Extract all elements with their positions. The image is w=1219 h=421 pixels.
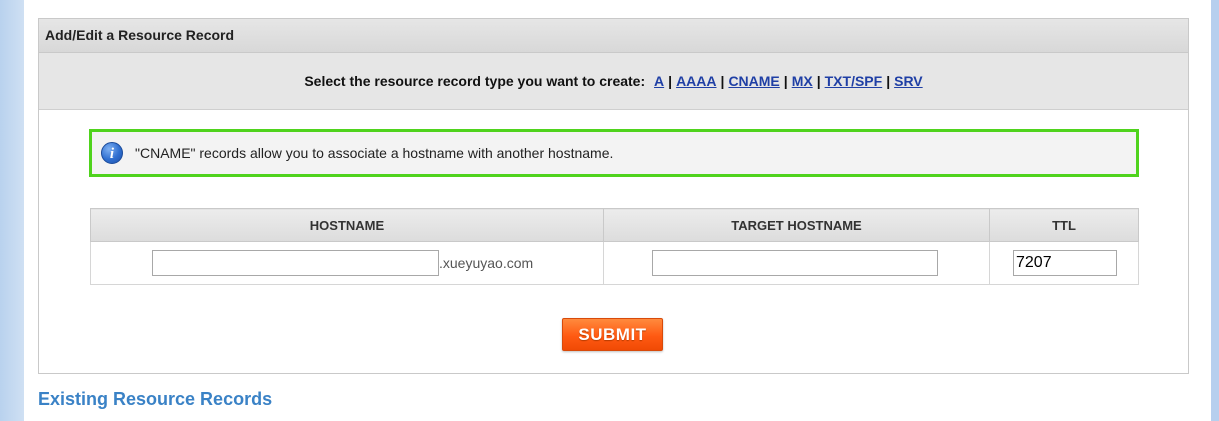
- table-row: .xueyuyao.com: [90, 241, 1139, 285]
- record-type-link-cname[interactable]: CNAME: [728, 73, 779, 89]
- separator: |: [668, 73, 673, 89]
- target-hostname-cell: [603, 241, 990, 285]
- column-header-ttl: TTL: [989, 208, 1139, 242]
- table-header-row: HOSTNAME TARGET HOSTNAME TTL: [90, 208, 1139, 242]
- add-edit-record-panel: Add/Edit a Resource Record Select the re…: [38, 18, 1189, 374]
- separator: |: [783, 73, 788, 89]
- info-icon: i: [101, 142, 123, 164]
- info-message: "CNAME" records allow you to associate a…: [135, 145, 614, 161]
- separator: |: [720, 73, 725, 89]
- separator: |: [886, 73, 891, 89]
- record-entry-table: HOSTNAME TARGET HOSTNAME TTL .xueyuyao.c…: [90, 208, 1139, 285]
- main-content: Add/Edit a Resource Record Select the re…: [24, 0, 1211, 421]
- record-type-link-aaaa[interactable]: AAAA: [676, 73, 716, 89]
- page-background-left: [0, 0, 24, 421]
- hostname-input[interactable]: [152, 250, 439, 276]
- ttl-input[interactable]: [1013, 250, 1117, 276]
- record-type-selector: Select the resource record type you want…: [39, 53, 1188, 110]
- panel-title: Add/Edit a Resource Record: [39, 19, 1188, 53]
- record-type-link-txt-spf[interactable]: TXT/SPF: [825, 73, 883, 89]
- submit-button[interactable]: SUBMIT: [562, 318, 663, 351]
- page-background-right: [1211, 0, 1219, 421]
- column-header-target-hostname: TARGET HOSTNAME: [603, 208, 990, 242]
- separator: |: [816, 73, 821, 89]
- target-hostname-input[interactable]: [652, 250, 938, 276]
- column-header-hostname: HOSTNAME: [90, 208, 604, 242]
- domain-suffix: .xueyuyao.com: [439, 255, 534, 271]
- hostname-cell: .xueyuyao.com: [90, 241, 604, 285]
- record-type-link-mx[interactable]: MX: [792, 73, 813, 89]
- record-type-link-a[interactable]: A: [654, 73, 664, 89]
- info-message-box: i "CNAME" records allow you to associate…: [89, 129, 1139, 177]
- existing-records-heading: Existing Resource Records: [38, 389, 273, 409]
- record-type-prompt: Select the resource record type you want…: [304, 73, 646, 89]
- ttl-cell: [989, 241, 1139, 285]
- record-type-link-srv[interactable]: SRV: [894, 73, 923, 89]
